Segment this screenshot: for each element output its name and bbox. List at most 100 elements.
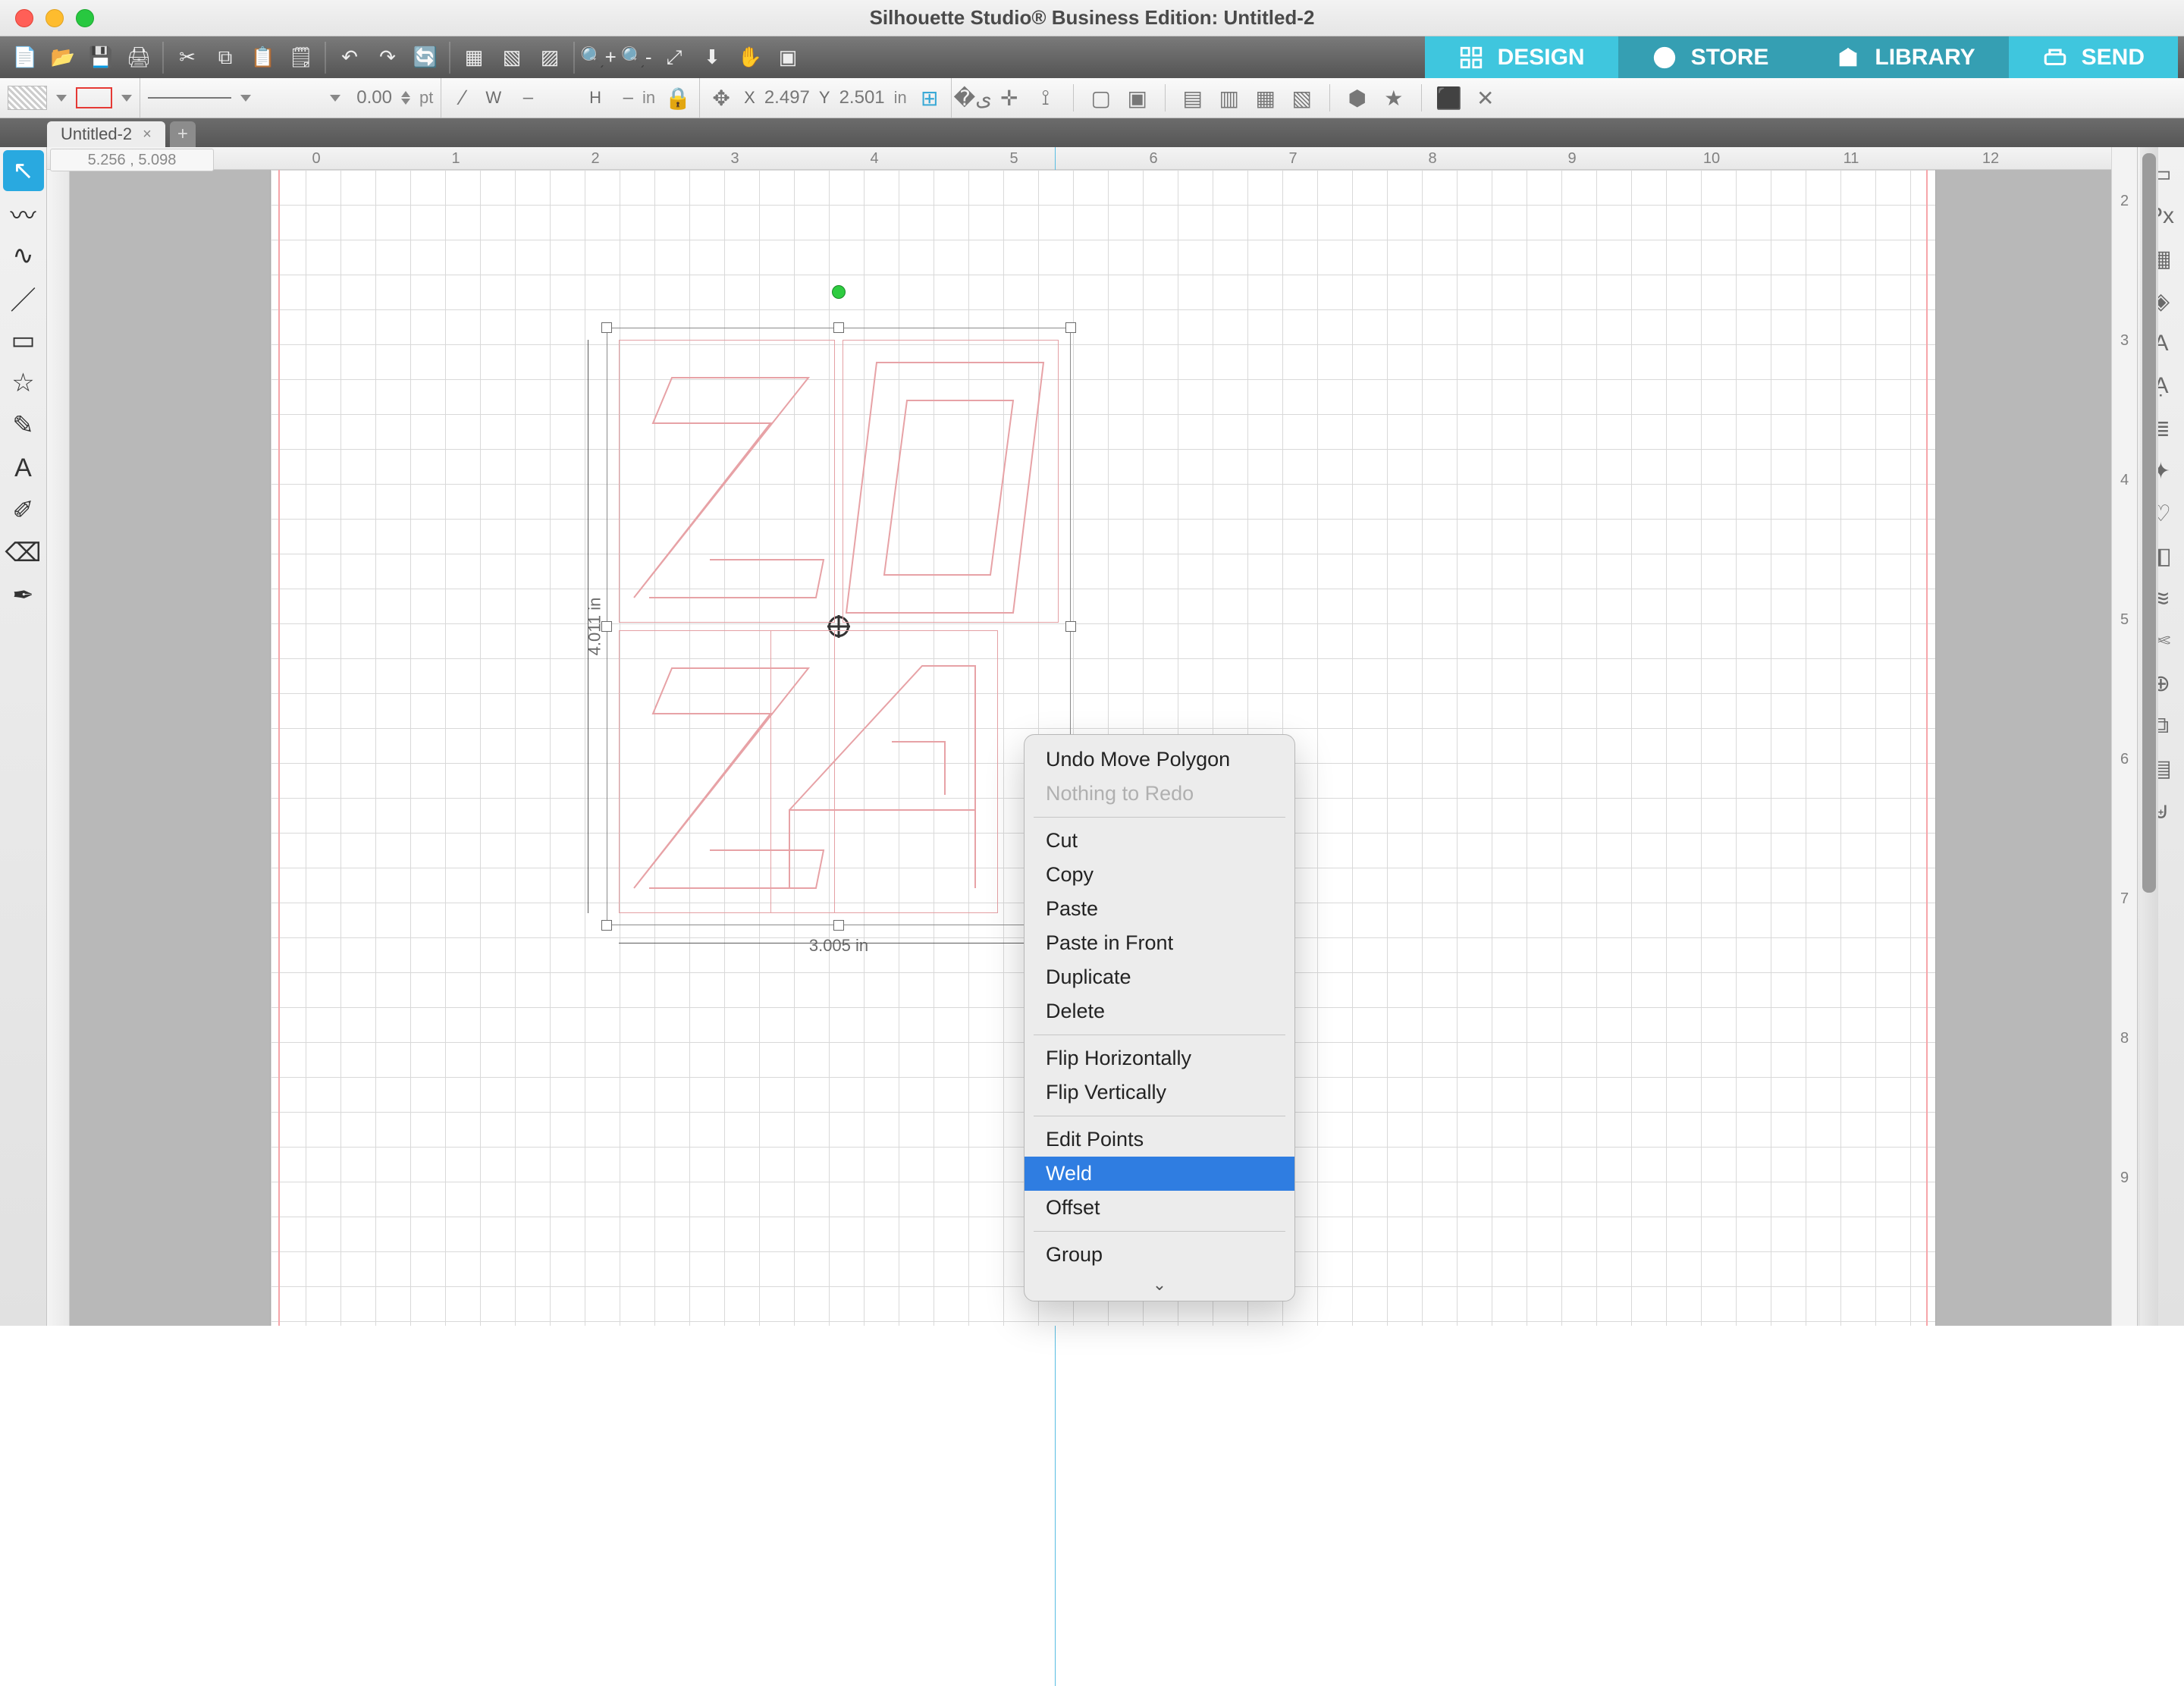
3d-button[interactable]: ⬛ [1436,84,1463,111]
save-button[interactable]: 💾 [82,42,120,74]
line-style-preview[interactable] [148,97,231,99]
new-button[interactable]: 📄 [6,42,44,74]
close-window-button[interactable] [15,9,33,27]
backward-button[interactable]: ▦ [1252,84,1279,111]
note-icon: ✐ [12,495,34,526]
align-left-button[interactable]: �ی [959,84,987,111]
resize-handle-mr[interactable] [1065,621,1076,632]
deselect-button[interactable]: ▧ [493,42,531,74]
ctx-flip-vertically[interactable]: Flip Vertically [1025,1075,1294,1110]
ctx-offset[interactable]: Offset [1025,1191,1294,1225]
back-button[interactable]: ▧ [1288,84,1316,111]
save-icon: 💾 [89,46,113,69]
copy-button[interactable]: ⧉ [206,42,244,74]
select-all-button[interactable]: ▦ [455,42,493,74]
vertical-scrollbar[interactable] [2140,147,2158,1326]
open-button[interactable]: 📂 [44,42,82,74]
ctx-flip-horizontally[interactable]: Flip Horizontally [1025,1041,1294,1075]
front-button[interactable]: ▤ [1179,84,1207,111]
y-label: Y [819,88,830,108]
line-style-dropdown[interactable] [240,95,251,102]
ctx-edit-points[interactable]: Edit Points [1025,1122,1294,1157]
tool-edit-points[interactable]: 〰 [3,193,44,234]
ctx-duplicate[interactable]: Duplicate [1025,960,1294,994]
horizontal-ruler[interactable]: 0123456789101112 [47,147,2111,170]
cut-icon: ✂ [179,46,196,69]
tool-note[interactable]: ✐ [3,490,44,531]
ctx-undo-move-polygon[interactable]: Undo Move Polygon [1025,743,1294,777]
zoom-in-button[interactable]: 🔍+ [579,42,617,74]
x-value[interactable]: 2.497 [764,87,810,108]
line-weight-value[interactable]: 0.00 [350,87,392,108]
undo-button[interactable]: ↶ [331,42,369,74]
tool-eyedropper[interactable]: ✒ [3,575,44,616]
tab-design[interactable]: DESIGN [1425,36,1618,78]
tool-line[interactable]: ／ [3,278,44,319]
line-color-swatch[interactable] [76,87,112,108]
tab-store[interactable]: STORE [1618,36,1803,78]
tab-send[interactable]: SEND [2009,36,2178,78]
download-button[interactable]: ⬇ [693,42,731,74]
height-value[interactable]: – [610,87,633,108]
tool-freehand[interactable]: ∿ [3,235,44,276]
tool-text[interactable]: A [3,447,44,488]
resize-handle-bl[interactable] [601,920,612,931]
width-value[interactable]: – [510,87,533,108]
scrollbar-thumb[interactable] [2142,153,2156,893]
delete-x-button[interactable]: ✕ [1472,84,1499,111]
paste-button[interactable]: 📋 [244,42,282,74]
maximize-window-button[interactable] [76,9,94,27]
redo-button[interactable]: ↷ [369,42,406,74]
tool-select[interactable]: ↖ [3,150,44,191]
tool-eraser[interactable]: ⌫ [3,532,44,573]
ctx-more-chevron-icon[interactable]: ⌄ [1025,1272,1294,1296]
line-color-dropdown[interactable] [121,95,132,102]
refresh-button[interactable]: 🔄 [406,42,444,74]
clipboard-button[interactable]: 🗒 [282,42,320,74]
fill-dropdown[interactable] [56,95,67,102]
center-canvas-button[interactable]: ▣ [769,42,807,74]
tool-star[interactable]: ☆ [3,363,44,403]
resize-handle-tr[interactable] [1065,322,1076,333]
fill-swatch[interactable] [8,86,47,110]
ctx-copy[interactable]: Copy [1025,858,1294,892]
align-right-button[interactable]: ⟟ [1032,84,1059,111]
zoom-out-button[interactable]: 🔍- [617,42,655,74]
resize-handle-tm[interactable] [833,322,844,333]
cut-button[interactable]: ✂ [168,42,206,74]
minimize-window-button[interactable] [46,9,64,27]
snap-grid-icon[interactable]: ⊞ [916,84,943,111]
rotate-handle[interactable] [832,285,846,299]
ctx-paste[interactable]: Paste [1025,892,1294,926]
forward-button[interactable]: ▥ [1216,84,1243,111]
context-menu[interactable]: Undo Move PolygonNothing to RedoCutCopyP… [1024,734,1295,1301]
tool-rectangle[interactable]: ▭ [3,320,44,361]
tool-pencil[interactable]: ✎ [3,405,44,446]
ctx-group[interactable]: Group [1025,1238,1294,1272]
y-value[interactable]: 2.501 [839,87,885,108]
resize-handle-bm[interactable] [833,920,844,931]
vertical-ruler[interactable] [47,170,70,1326]
line-weight-spinner[interactable] [401,91,410,105]
star-fav-button[interactable]: ★ [1380,84,1407,111]
close-tab-button[interactable]: × [143,126,152,143]
crop2-button[interactable]: ▣ [1124,84,1151,111]
selected-object[interactable]: 4.011 in 3.005 in [619,340,1059,913]
ctx-cut[interactable]: Cut [1025,824,1294,858]
resize-handle-tl[interactable] [601,322,612,333]
tab-library[interactable]: LIBRARY [1802,36,2008,78]
pan-button[interactable]: ✋ [731,42,769,74]
group-button[interactable]: ⬢ [1344,84,1371,111]
print-button[interactable]: 🖨 [120,42,158,74]
ctx-weld[interactable]: Weld [1025,1157,1294,1191]
align-center-button[interactable]: ✛ [996,84,1023,111]
add-document-tab[interactable]: + [170,121,196,147]
document-tab[interactable]: Untitled-2 × [47,121,165,147]
invert-button[interactable]: ▨ [531,42,569,74]
fit-button[interactable]: ⤢ [655,42,693,74]
ctx-delete[interactable]: Delete [1025,994,1294,1028]
ctx-paste-in-front[interactable]: Paste in Front [1025,926,1294,960]
line-weight-preset-dropdown[interactable] [330,95,340,102]
crop-button[interactable]: ▢ [1087,84,1115,111]
lock-icon[interactable]: 🔒 [664,84,692,111]
